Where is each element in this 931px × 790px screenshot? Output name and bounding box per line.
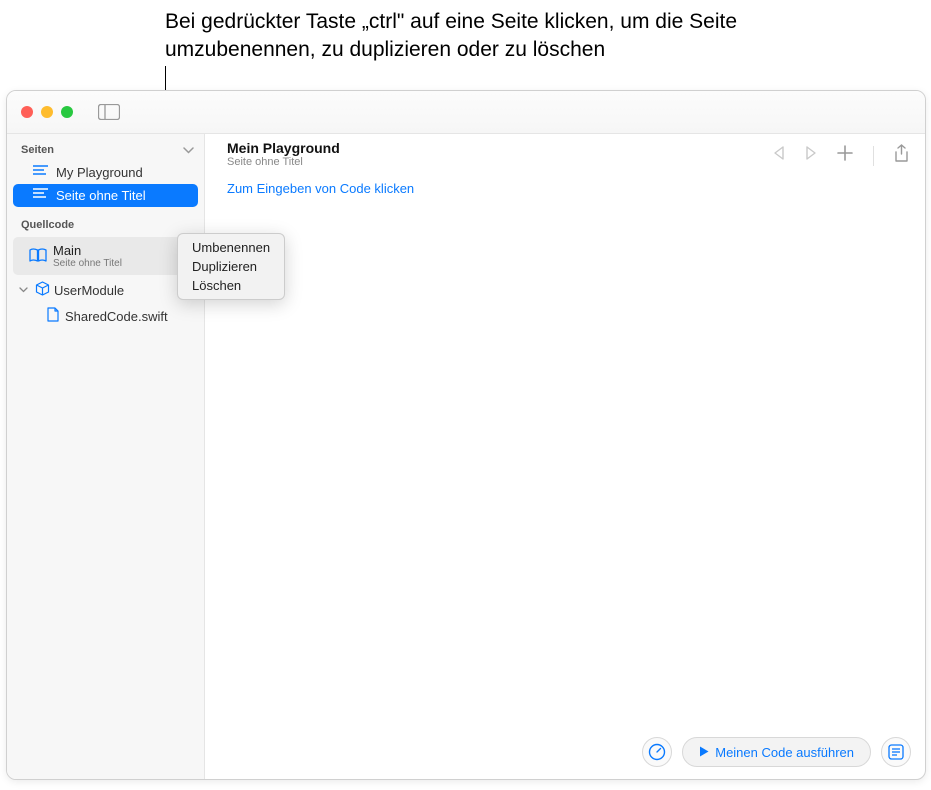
app-window: Seiten My Playground Seite ohne Titel Qu… — [6, 90, 926, 780]
main-area: Mein Playground Seite ohne Titel — [205, 134, 925, 779]
cube-icon — [35, 281, 50, 299]
menu-item-duplicate[interactable]: Duplizieren — [178, 257, 284, 276]
main-module-title: Main — [53, 243, 122, 258]
page-label: Seite ohne Titel — [56, 188, 146, 203]
traffic-lights — [7, 106, 73, 118]
list-panel-icon — [888, 744, 904, 760]
editor-placeholder[interactable]: Zum Eingeben von Code klicken — [227, 181, 414, 196]
main-module-subtitle: Seite ohne Titel — [53, 258, 122, 269]
text-lines-icon — [33, 188, 48, 203]
plus-icon — [837, 145, 853, 161]
chevron-down-icon[interactable] — [183, 142, 194, 157]
file-label: SharedCode.swift — [65, 309, 168, 324]
run-code-label: Meinen Code ausführen — [715, 745, 854, 760]
sidebar-toggle-button[interactable] — [95, 100, 123, 124]
file-shared-code[interactable]: SharedCode.swift — [7, 303, 204, 329]
bottom-toolbar: Meinen Code ausführen — [642, 737, 911, 767]
triangle-left-icon — [773, 146, 785, 160]
sidebar-icon — [98, 104, 120, 120]
book-icon — [29, 248, 47, 265]
sources-section-title: Quellcode — [21, 219, 74, 231]
main-module-item[interactable]: Main Seite ohne Titel — [13, 237, 198, 275]
chevron-down-icon[interactable] — [19, 285, 31, 296]
callout-text: Bei gedrückter Taste „ctrl" auf eine Sei… — [165, 8, 885, 65]
code-editor[interactable]: Zum Eingeben von Code klicken — [205, 176, 925, 779]
speedometer-icon — [648, 743, 666, 761]
divider — [873, 146, 874, 166]
menu-item-rename[interactable]: Umbenennen — [178, 238, 284, 257]
user-module-row[interactable]: UserModule — [7, 277, 204, 303]
share-icon — [894, 144, 909, 162]
document-icon — [47, 307, 59, 325]
pages-section-header[interactable]: Seiten — [7, 134, 204, 161]
run-code-button[interactable]: Meinen Code ausführen — [682, 737, 871, 767]
minimize-window-button[interactable] — [41, 106, 53, 118]
triangle-right-icon — [805, 146, 817, 160]
add-button[interactable] — [837, 145, 853, 166]
user-module-label: UserModule — [54, 283, 124, 298]
results-panel-button[interactable] — [881, 737, 911, 767]
share-button[interactable] — [894, 144, 909, 167]
zoom-window-button[interactable] — [61, 106, 73, 118]
page-subtitle: Seite ohne Titel — [227, 156, 340, 168]
text-lines-icon — [33, 165, 48, 180]
page-label: My Playground — [56, 165, 143, 180]
page-title: Mein Playground — [227, 140, 340, 156]
next-page-button[interactable] — [805, 146, 817, 165]
titlebar — [7, 91, 925, 134]
close-window-button[interactable] — [21, 106, 33, 118]
menu-item-delete[interactable]: Löschen — [178, 276, 284, 295]
editor-header: Mein Playground Seite ohne Titel — [205, 134, 925, 176]
sidebar-page-my-playground[interactable]: My Playground — [7, 161, 204, 184]
sources-section-header[interactable]: Quellcode — [7, 207, 204, 235]
previous-page-button[interactable] — [773, 146, 785, 165]
timer-button[interactable] — [642, 737, 672, 767]
pages-section-title: Seiten — [21, 144, 54, 156]
context-menu: Umbenennen Duplizieren Löschen — [177, 233, 285, 300]
sidebar-page-untitled[interactable]: Seite ohne Titel — [13, 184, 198, 207]
sidebar: Seiten My Playground Seite ohne Titel Qu… — [7, 134, 205, 779]
play-icon — [699, 745, 709, 760]
